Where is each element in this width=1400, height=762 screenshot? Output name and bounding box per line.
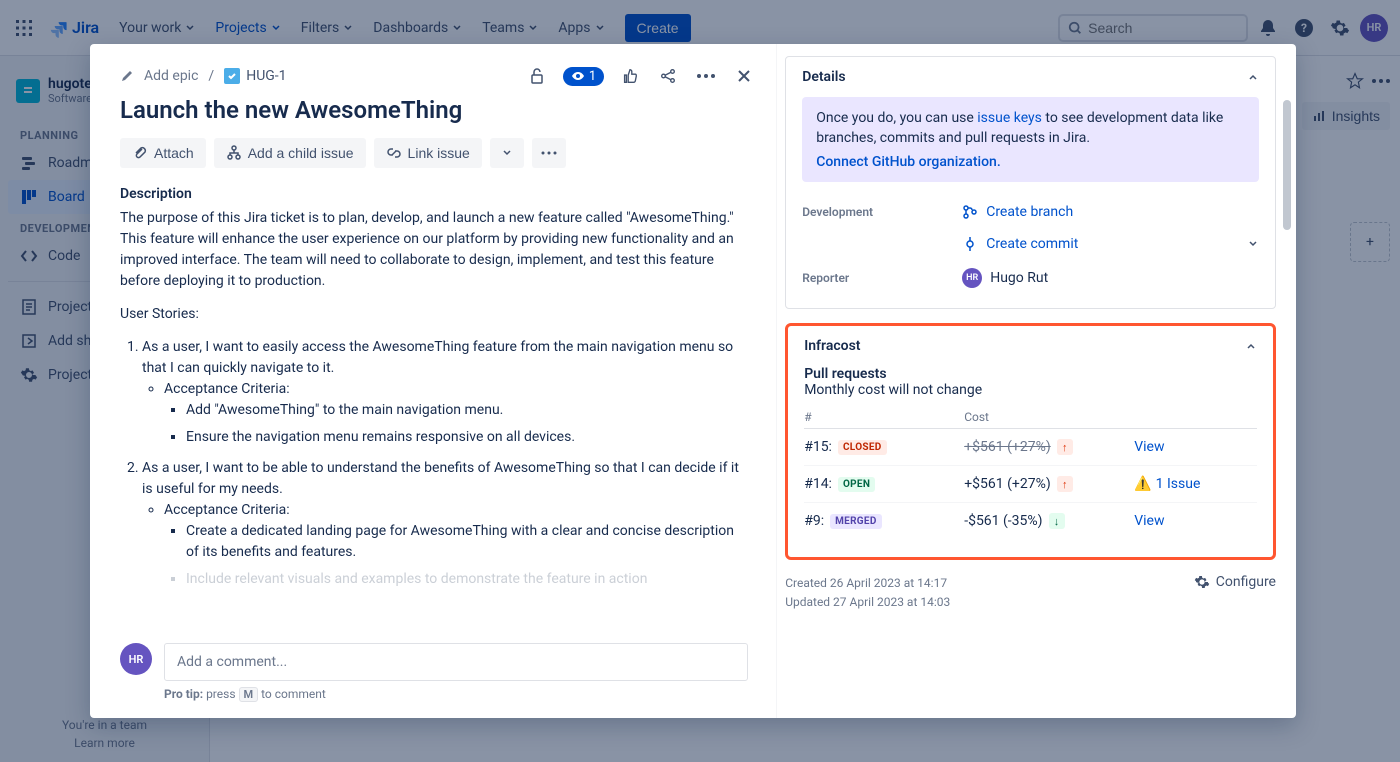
issue-key-link[interactable]: HUG-1 bbox=[224, 68, 286, 84]
pr-cost: +$561 (+27%)↑ bbox=[964, 476, 1134, 492]
reporter-value[interactable]: HR Hugo Rut bbox=[962, 268, 1259, 288]
pr-rows: #15:CLOSED+$561 (+27%)↑View#14:OPEN+$561… bbox=[804, 428, 1257, 539]
arrow-up-icon: ↑ bbox=[1057, 439, 1073, 455]
modal-left-pane: Add epic / HUG-1 1 Launch the new Awesom… bbox=[90, 44, 777, 718]
configure-button[interactable]: Configure bbox=[1194, 574, 1276, 590]
development-field: Development Create branch bbox=[802, 196, 1259, 228]
description-heading: Description bbox=[120, 186, 740, 202]
share-icon[interactable] bbox=[656, 64, 680, 88]
watch-button[interactable]: 1 bbox=[563, 67, 604, 86]
chevron-up-icon bbox=[1245, 340, 1257, 352]
close-icon[interactable] bbox=[732, 64, 756, 88]
scrollbar-thumb[interactable] bbox=[1283, 100, 1291, 230]
description-section[interactable]: Description The purpose of this Jira tic… bbox=[120, 186, 748, 631]
pr-cost: -$561 (-35%)↓ bbox=[964, 513, 1134, 529]
infracost-panel-header[interactable]: Infracost bbox=[788, 326, 1273, 366]
story2-ac-label: Acceptance Criteria: Create a dedicated … bbox=[164, 500, 740, 590]
issue-action-row: Attach Add a child issue Link issue bbox=[120, 138, 748, 168]
pr-number[interactable]: #9:MERGED bbox=[804, 513, 964, 529]
pr-action: ⚠️1 Issue bbox=[1134, 476, 1257, 492]
pr-row: #14:OPEN+$561 (+27%)↑⚠️1 Issue bbox=[804, 465, 1257, 502]
user-story-1: As a user, I want to easily access the A… bbox=[142, 337, 740, 448]
pr-action: View bbox=[1134, 439, 1257, 455]
issue-type-icon bbox=[224, 68, 240, 84]
details-panel: Details Once you do, you can use issue k… bbox=[785, 56, 1276, 309]
pr-row: #9:MERGED-$561 (-35%)↓View bbox=[804, 502, 1257, 539]
pr-subheading: Monthly cost will not change bbox=[804, 382, 1257, 398]
connect-github-link[interactable]: Connect GitHub organization. bbox=[816, 154, 1245, 170]
pr-number[interactable]: #14:OPEN bbox=[804, 476, 964, 492]
comment-input[interactable]: Add a comment... bbox=[164, 643, 748, 681]
story1-ac-label: Acceptance Criteria: Add "AwesomeThing" … bbox=[164, 379, 740, 448]
create-commit-link[interactable]: Create commit bbox=[962, 236, 1247, 252]
pr-status-badge: MERGED bbox=[830, 514, 882, 529]
comment-user-avatar: HR bbox=[120, 643, 152, 675]
pr-status-badge: CLOSED bbox=[838, 440, 887, 455]
link-dropdown-button[interactable] bbox=[490, 138, 524, 168]
pencil-icon bbox=[120, 69, 134, 83]
pr-number[interactable]: #15:CLOSED bbox=[804, 439, 964, 455]
unlock-icon[interactable] bbox=[525, 64, 549, 88]
pr-table-head: # Cost bbox=[804, 406, 1257, 428]
timestamps: Created 26 April 2023 at 14:17 Updated 2… bbox=[785, 574, 950, 612]
pr-issue-link[interactable]: ⚠️1 Issue bbox=[1134, 476, 1257, 492]
link-issue-button[interactable]: Link issue bbox=[374, 138, 482, 168]
user-story-2: As a user, I want to be able to understa… bbox=[142, 458, 740, 590]
github-banner: Once you do, you can use issue keys to s… bbox=[802, 97, 1259, 182]
modal-right-pane: Details Once you do, you can use issue k… bbox=[777, 44, 1296, 718]
arrow-up-icon: ↑ bbox=[1057, 476, 1073, 492]
create-branch-link[interactable]: Create branch bbox=[962, 204, 1259, 220]
pr-action: View bbox=[1134, 513, 1257, 529]
add-epic-link[interactable]: Add epic bbox=[144, 68, 198, 84]
warning-icon: ⚠️ bbox=[1134, 476, 1151, 492]
details-panel-header[interactable]: Details bbox=[786, 57, 1275, 97]
issue-modal: Add epic / HUG-1 1 Launch the new Awesom… bbox=[90, 44, 1296, 718]
modal-header-actions: 1 bbox=[525, 64, 756, 88]
like-icon[interactable] bbox=[618, 64, 642, 88]
pr-row: #15:CLOSED+$561 (+27%)↑View bbox=[804, 428, 1257, 465]
pr-heading: Pull requests bbox=[804, 366, 1257, 382]
create-commit-field: Create commit bbox=[802, 228, 1259, 260]
pro-tip: Pro tip: press M to comment bbox=[164, 687, 748, 702]
chevron-up-icon bbox=[1247, 71, 1259, 83]
attach-button[interactable]: Attach bbox=[120, 138, 206, 168]
reporter-field: Reporter HR Hugo Rut bbox=[802, 260, 1259, 296]
arrow-down-icon: ↓ bbox=[1049, 513, 1065, 529]
add-child-issue-button[interactable]: Add a child issue bbox=[214, 138, 366, 168]
chevron-down-icon[interactable] bbox=[1247, 238, 1259, 250]
reporter-avatar: HR bbox=[962, 268, 982, 288]
more-actions-icon[interactable] bbox=[694, 64, 718, 88]
more-actions-button[interactable] bbox=[532, 138, 566, 168]
description-intro: The purpose of this Jira ticket is to pl… bbox=[120, 208, 740, 292]
pr-cost: +$561 (+27%)↑ bbox=[964, 439, 1134, 455]
pr-section: Pull requests Monthly cost will not chan… bbox=[804, 366, 1257, 539]
pr-status-badge: OPEN bbox=[838, 477, 875, 492]
pr-view-link[interactable]: View bbox=[1134, 513, 1164, 529]
pr-view-link[interactable]: View bbox=[1134, 439, 1164, 455]
infracost-panel: Infracost Pull requests Monthly cost wil… bbox=[785, 323, 1276, 560]
issue-keys-link[interactable]: issue keys bbox=[977, 110, 1042, 126]
issue-title[interactable]: Launch the new AwesomeThing bbox=[120, 96, 748, 124]
comment-area: HR Add a comment... Pro tip: press M to … bbox=[120, 631, 748, 702]
user-stories-heading: User Stories: bbox=[120, 304, 740, 325]
